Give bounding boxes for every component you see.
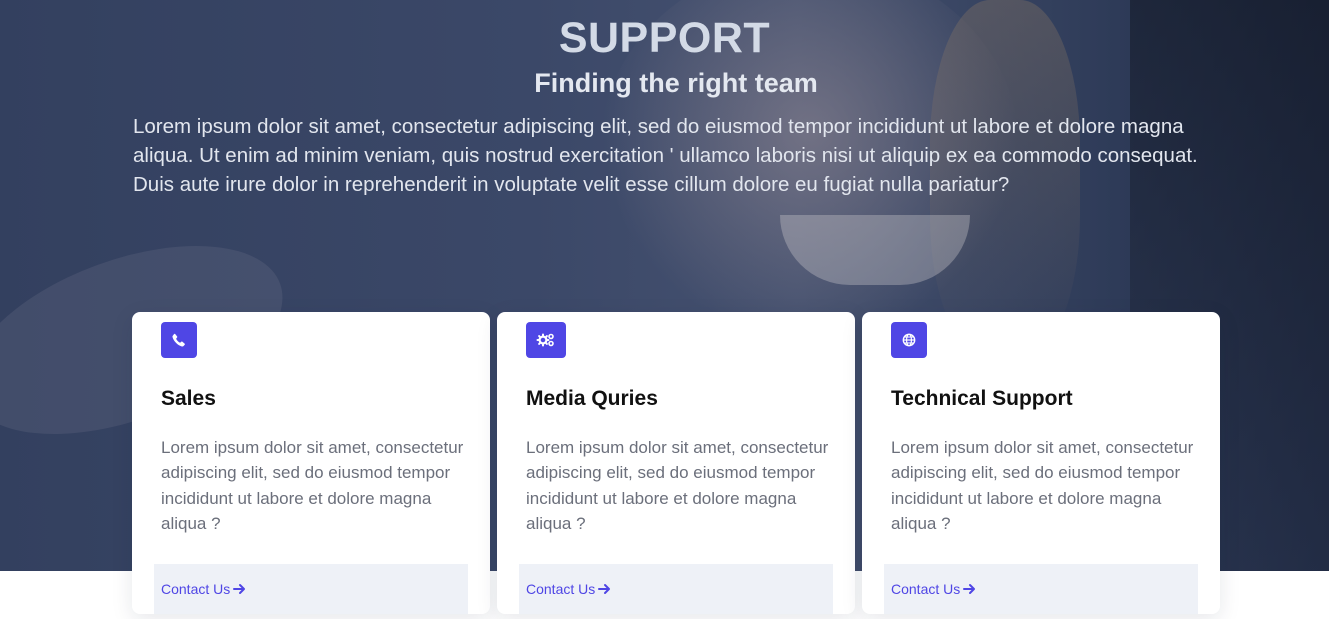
card-footer: Contact Us [154,564,468,614]
card-footer: Contact Us [884,564,1198,614]
contact-us-link[interactable]: Contact Us [526,581,612,597]
card-title: Sales [161,387,216,410]
support-card-media: Media Quries Lorem ipsum dolor sit amet,… [497,312,855,614]
support-card-sales: Sales Lorem ipsum dolor sit amet, consec… [132,312,490,614]
contact-us-label: Contact Us [161,581,231,597]
card-description: Lorem ipsum dolor sit amet, consectetur … [161,438,464,533]
arrow-right-icon [598,584,611,594]
card-footer: Contact Us [519,564,833,614]
arrow-right-icon [963,584,976,594]
card-title: Media Quries [526,387,658,410]
contact-us-link[interactable]: Contact Us [891,581,977,597]
page-subtitle: Finding the right team [534,68,818,98]
contact-us-label: Contact Us [526,581,596,597]
globe-icon [891,322,927,358]
contact-us-link[interactable]: Contact Us [161,581,247,597]
contact-us-label: Contact Us [891,581,961,597]
card-description: Lorem ipsum dolor sit amet, consectetur … [891,438,1194,533]
page-title: SUPPORT [558,14,771,62]
gears-icon [526,322,566,358]
card-title: Technical Support [891,387,1073,410]
phone-icon [161,322,197,358]
card-description: Lorem ipsum dolor sit amet, consectetur … [526,438,829,533]
hero-description: Lorem ipsum dolor sit amet, consectetur … [133,115,1198,196]
support-card-technical: Technical Support Lorem ipsum dolor sit … [862,312,1220,614]
arrow-right-icon [233,584,246,594]
